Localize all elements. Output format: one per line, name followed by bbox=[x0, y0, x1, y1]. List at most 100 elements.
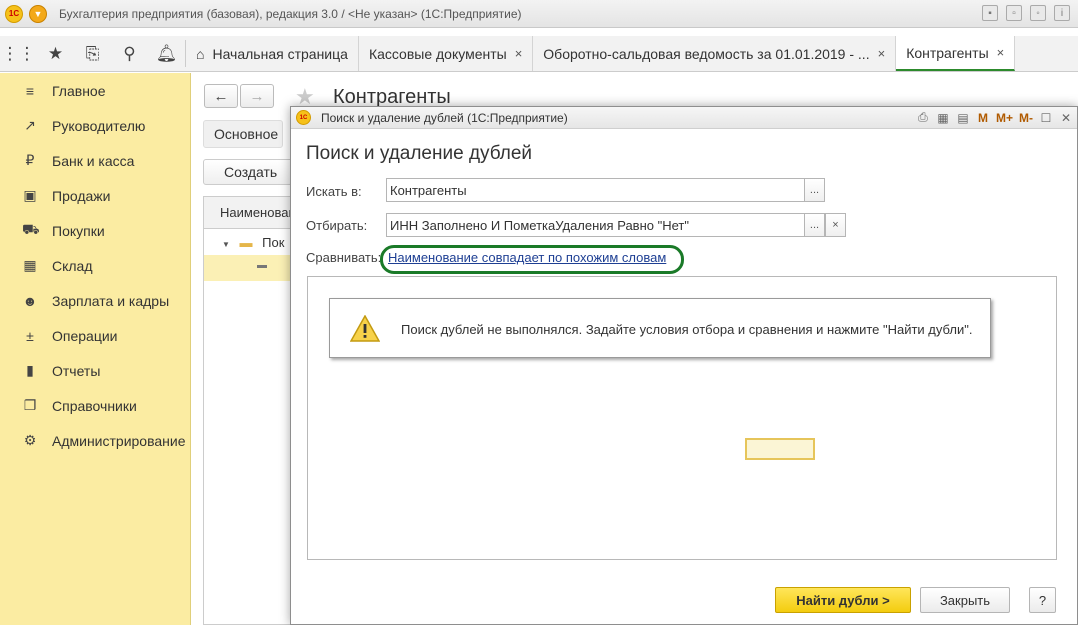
gear-icon: ⚙ bbox=[23, 432, 37, 448]
column-header-name[interactable]: Наименование bbox=[204, 197, 303, 229]
debit-credit-icon: ± bbox=[26, 327, 34, 344]
info-icon[interactable]: i bbox=[1054, 5, 1070, 21]
print-icon[interactable]: ▫ bbox=[1006, 5, 1022, 21]
search-in-select-button[interactable]: ... bbox=[804, 178, 825, 202]
app-title-bar: 1С ▼ Бухгалтерия предприятия (базовая), … bbox=[0, 0, 1078, 28]
sidebar-item-label: Руководителю bbox=[52, 117, 146, 134]
arrow-right-icon: → bbox=[249, 87, 265, 105]
dialog-heading: Поиск и удаление дублей bbox=[306, 143, 533, 164]
tab-label: Оборотно-сальдовая ведомость за 01.01.20… bbox=[543, 45, 870, 62]
help-button[interactable]: ? bbox=[1029, 587, 1056, 613]
info-message-box: Поиск дублей не выполнялся. Задайте усло… bbox=[329, 298, 991, 358]
filter-field[interactable]: ИНН Заполнено И ПометкаУдаления Равно "Н… bbox=[386, 213, 805, 237]
filter-clear-button[interactable]: × bbox=[825, 213, 846, 237]
results-panel: Поиск дублей не выполнялся. Задайте усло… bbox=[307, 276, 1057, 560]
expand-triangle-icon[interactable]: ▼ bbox=[222, 240, 230, 249]
sidebar-item-label: Администрирование bbox=[52, 432, 186, 449]
folder-icon: ▬ bbox=[239, 235, 253, 250]
tab-bar: ⋮⋮ ★ ⎘ ⚲ 🔔︎ ⌂ Начальная страница Кассовы… bbox=[0, 36, 1078, 72]
close-icon[interactable]: ✕ bbox=[1059, 111, 1073, 125]
forward-button[interactable]: → bbox=[240, 84, 274, 108]
favorites-star-icon[interactable]: ★ bbox=[37, 36, 74, 71]
sidebar-item-manager[interactable]: ↗ Руководителю bbox=[0, 108, 190, 143]
memory-plus-button[interactable]: M+ bbox=[996, 111, 1013, 125]
menu-lines-icon: ≡ bbox=[25, 82, 35, 99]
counterparties-list: Наименование ▼ ▬ Пок bbox=[203, 196, 303, 625]
dialog-logo-icon: 1С bbox=[296, 110, 311, 125]
sidebar-item-label: Справочники bbox=[52, 397, 137, 414]
tab-balance-sheet[interactable]: Оборотно-сальдовая ведомость за 01.01.20… bbox=[533, 36, 897, 71]
sidebar-item-label: Отчеты bbox=[52, 362, 101, 379]
close-button[interactable]: Закрыть bbox=[920, 587, 1010, 613]
list-item-label: Пок bbox=[262, 235, 285, 250]
find-duplicates-dialog: 1С Поиск и удаление дублей (1С:Предприят… bbox=[290, 106, 1078, 625]
close-tab-icon[interactable]: × bbox=[515, 46, 523, 61]
sidebar-item-salary[interactable]: ☻ Зарплата и кадры bbox=[0, 283, 190, 318]
notifications-bell-icon[interactable]: 🔔︎ bbox=[148, 36, 185, 71]
memory-m-button[interactable]: M bbox=[976, 111, 990, 125]
item-marker-icon bbox=[257, 265, 267, 268]
sidebar-item-administration[interactable]: ⚙ Администрирование bbox=[0, 423, 190, 458]
sidebar-item-label: Покупки bbox=[52, 222, 105, 239]
search-in-label: Искать в: bbox=[306, 184, 362, 199]
sidebar-item-reports[interactable]: ▮ Отчеты bbox=[0, 353, 190, 388]
sidebar-item-main[interactable]: ≡ Главное bbox=[0, 73, 190, 108]
app-logo-icon[interactable]: 1С bbox=[5, 4, 23, 23]
tab-label: Кассовые документы bbox=[368, 45, 507, 62]
bar-chart-icon: ▮ bbox=[26, 362, 34, 378]
loading-placeholder bbox=[745, 438, 815, 460]
tab-counterparties[interactable]: Контрагенты × bbox=[896, 36, 1016, 71]
compare-rules-link[interactable]: Наименование совпадает по похожим словам bbox=[388, 250, 666, 265]
filter-label: Отбирать: bbox=[306, 218, 368, 233]
back-button[interactable]: ← bbox=[204, 84, 238, 108]
save-icon[interactable]: ▪ bbox=[982, 5, 998, 21]
main-tab-button[interactable]: Основное bbox=[203, 120, 283, 148]
search-in-field[interactable]: Контрагенты bbox=[386, 178, 805, 202]
search-icon[interactable]: ⚲ bbox=[111, 36, 148, 71]
search-window-icon[interactable]: ◦ bbox=[1030, 5, 1046, 21]
trend-icon: ↗ bbox=[24, 117, 36, 133]
app-title: Бухгалтерия предприятия (базовая), редак… bbox=[59, 6, 522, 21]
print-icon[interactable]: ⎙ bbox=[916, 110, 930, 125]
home-icon: ⌂ bbox=[196, 45, 205, 62]
sidebar-item-directories[interactable]: ❐ Справочники bbox=[0, 388, 190, 423]
sidebar-item-bank[interactable]: ₽ Банк и касса bbox=[0, 143, 190, 178]
calendar-icon[interactable]: ▤ bbox=[956, 111, 970, 125]
tab-cash-documents[interactable]: Кассовые документы × bbox=[359, 36, 534, 71]
list-item[interactable]: ▼ ▬ Пок bbox=[204, 229, 303, 255]
sidebar-item-purchases[interactable]: ⛟ Покупки bbox=[0, 213, 190, 248]
dialog-window-title: Поиск и удаление дублей (1С:Предприятие) bbox=[321, 110, 568, 125]
tab-home[interactable]: ⌂ Начальная страница bbox=[186, 36, 359, 71]
find-duplicates-button[interactable]: Найти дубли > bbox=[775, 587, 911, 613]
filter-select-button[interactable]: ... bbox=[804, 213, 825, 237]
tab-label: Контрагенты bbox=[906, 44, 989, 61]
bag-icon: ▣ bbox=[23, 187, 37, 203]
maximize-icon[interactable]: ☐ bbox=[1039, 111, 1053, 125]
ruble-icon: ₽ bbox=[25, 152, 35, 168]
sidebar-item-label: Главное bbox=[52, 82, 106, 99]
person-icon: ☻ bbox=[22, 292, 38, 309]
memory-minus-button[interactable]: M- bbox=[1019, 111, 1033, 125]
list-item-selected[interactable] bbox=[204, 255, 303, 281]
main-menu-icon[interactable]: ▼ bbox=[29, 4, 47, 23]
compare-label: Сравнивать: bbox=[306, 250, 382, 265]
sidebar-item-warehouse[interactable]: ▦ Склад bbox=[0, 248, 190, 283]
sidebar-item-label: Склад bbox=[52, 257, 93, 274]
dialog-title-bar: 1С Поиск и удаление дублей (1С:Предприят… bbox=[291, 107, 1077, 129]
history-icon[interactable]: ⎘ bbox=[74, 36, 111, 71]
close-tab-icon[interactable]: × bbox=[997, 45, 1005, 60]
sidebar-item-label: Банк и касса bbox=[52, 152, 135, 169]
sidebar-item-label: Зарплата и кадры bbox=[52, 292, 170, 309]
spreadsheet-icon[interactable]: ▦ bbox=[936, 111, 950, 125]
sidebar-item-operations[interactable]: ± Операции bbox=[0, 318, 190, 353]
apps-grid-icon[interactable]: ⋮⋮ bbox=[0, 36, 37, 71]
cart-icon: ⛟ bbox=[22, 221, 40, 237]
create-button[interactable]: Создать bbox=[203, 159, 293, 185]
close-tab-icon[interactable]: × bbox=[878, 46, 886, 61]
sidebar-item-label: Операции bbox=[52, 327, 118, 344]
arrow-left-icon: ← bbox=[213, 87, 229, 105]
books-icon: ❐ bbox=[23, 397, 37, 413]
info-message-text: Поиск дублей не выполнялся. Задайте усло… bbox=[401, 322, 973, 337]
sidebar-item-sales[interactable]: ▣ Продажи bbox=[0, 178, 190, 213]
sidebar: ≡ Главное ↗ Руководителю ₽ Банк и касса ▣ Пр… bbox=[0, 73, 191, 625]
